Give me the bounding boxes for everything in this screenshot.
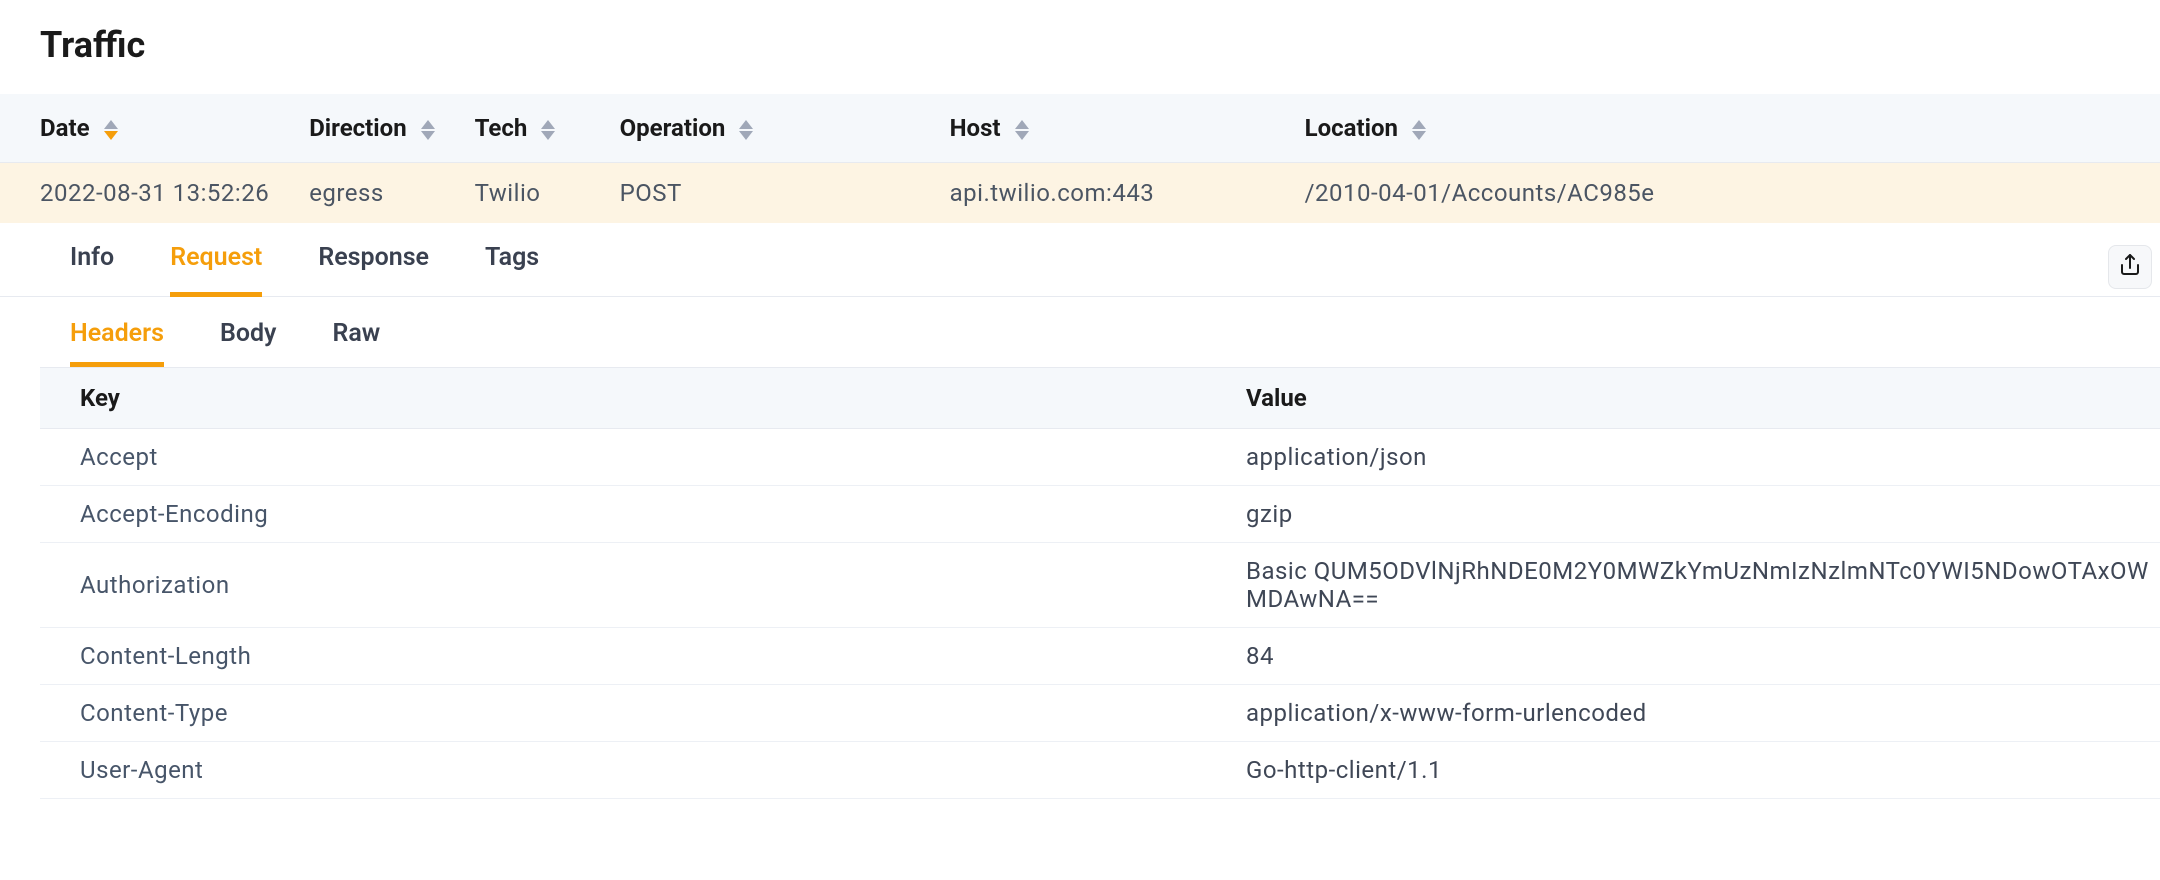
headers-row: Accept application/json	[40, 429, 2160, 486]
headers-row: Content-Length 84	[40, 628, 2160, 685]
header-key: Content-Length	[40, 628, 1206, 685]
subtab-raw[interactable]: Raw	[332, 319, 380, 367]
header-value: application/json	[1206, 429, 2160, 486]
headers-column-key: Key	[40, 368, 1206, 429]
headers-row: Content-Type application/x-www-form-urle…	[40, 685, 2160, 742]
subtab-headers[interactable]: Headers	[70, 319, 164, 367]
header-value: 84	[1206, 628, 2160, 685]
headers-row: Authorization Basic QUM5ODVlNjRhNDE0M2Y0…	[40, 543, 2160, 628]
header-key: User-Agent	[40, 742, 1206, 799]
detail-panel: Info Request Response Tags Headers Body …	[0, 223, 2160, 799]
column-label: Direction	[309, 114, 406, 142]
sort-icon[interactable]	[1015, 120, 1029, 140]
column-direction[interactable]: Direction	[269, 94, 434, 163]
headers-row: Accept-Encoding gzip	[40, 486, 2160, 543]
tab-info[interactable]: Info	[70, 243, 114, 296]
cell-date: 2022-08-31 13:52:26	[0, 163, 269, 224]
traffic-header-row: Date Direction Tech	[0, 94, 2160, 163]
cell-operation: POST	[580, 163, 910, 224]
column-label: Operation	[620, 114, 726, 142]
secondary-tabs: Headers Body Raw	[0, 297, 2160, 367]
header-value: Go-http-client/1.1	[1206, 742, 2160, 799]
tab-response[interactable]: Response	[318, 243, 429, 296]
tab-request[interactable]: Request	[170, 243, 262, 297]
column-label: Location	[1305, 114, 1398, 142]
header-key: Content-Type	[40, 685, 1206, 742]
tab-tags[interactable]: Tags	[485, 243, 539, 296]
header-value: Basic QUM5ODVlNjRhNDE0M2Y0MWZkYmUzNmIzNz…	[1206, 543, 2160, 628]
sort-icon[interactable]	[739, 120, 753, 140]
column-operation[interactable]: Operation	[580, 94, 910, 163]
cell-location: /2010-04-01/Accounts/AC985e	[1265, 163, 2160, 224]
header-value: application/x-www-form-urlencoded	[1206, 685, 2160, 742]
header-value: gzip	[1206, 486, 2160, 543]
cell-direction: egress	[269, 163, 434, 224]
primary-tabs: Info Request Response Tags	[0, 223, 2160, 297]
subtab-body[interactable]: Body	[220, 319, 277, 367]
export-button[interactable]	[2108, 245, 2152, 289]
sort-icon[interactable]	[541, 120, 555, 140]
column-host[interactable]: Host	[910, 94, 1265, 163]
export-icon	[2118, 253, 2142, 281]
column-date[interactable]: Date	[0, 94, 269, 163]
column-label: Tech	[475, 114, 528, 142]
column-label: Date	[40, 114, 90, 142]
header-key: Authorization	[40, 543, 1206, 628]
sort-icon[interactable]	[1412, 120, 1426, 140]
page-title: Traffic	[0, 0, 2160, 94]
headers-table: Key Value Accept application/json Accept…	[40, 368, 2160, 799]
sort-icon[interactable]	[104, 120, 118, 140]
header-key: Accept	[40, 429, 1206, 486]
table-row[interactable]: 2022-08-31 13:52:26 egress Twilio POST a…	[0, 163, 2160, 224]
cell-host: api.twilio.com:443	[910, 163, 1265, 224]
sort-icon[interactable]	[421, 120, 435, 140]
traffic-table: Date Direction Tech	[0, 94, 2160, 223]
header-key: Accept-Encoding	[40, 486, 1206, 543]
cell-tech: Twilio	[435, 163, 580, 224]
headers-row: User-Agent Go-http-client/1.1	[40, 742, 2160, 799]
column-tech[interactable]: Tech	[435, 94, 580, 163]
headers-column-value: Value	[1206, 368, 2160, 429]
column-location[interactable]: Location	[1265, 94, 2160, 163]
column-label: Host	[950, 114, 1001, 142]
